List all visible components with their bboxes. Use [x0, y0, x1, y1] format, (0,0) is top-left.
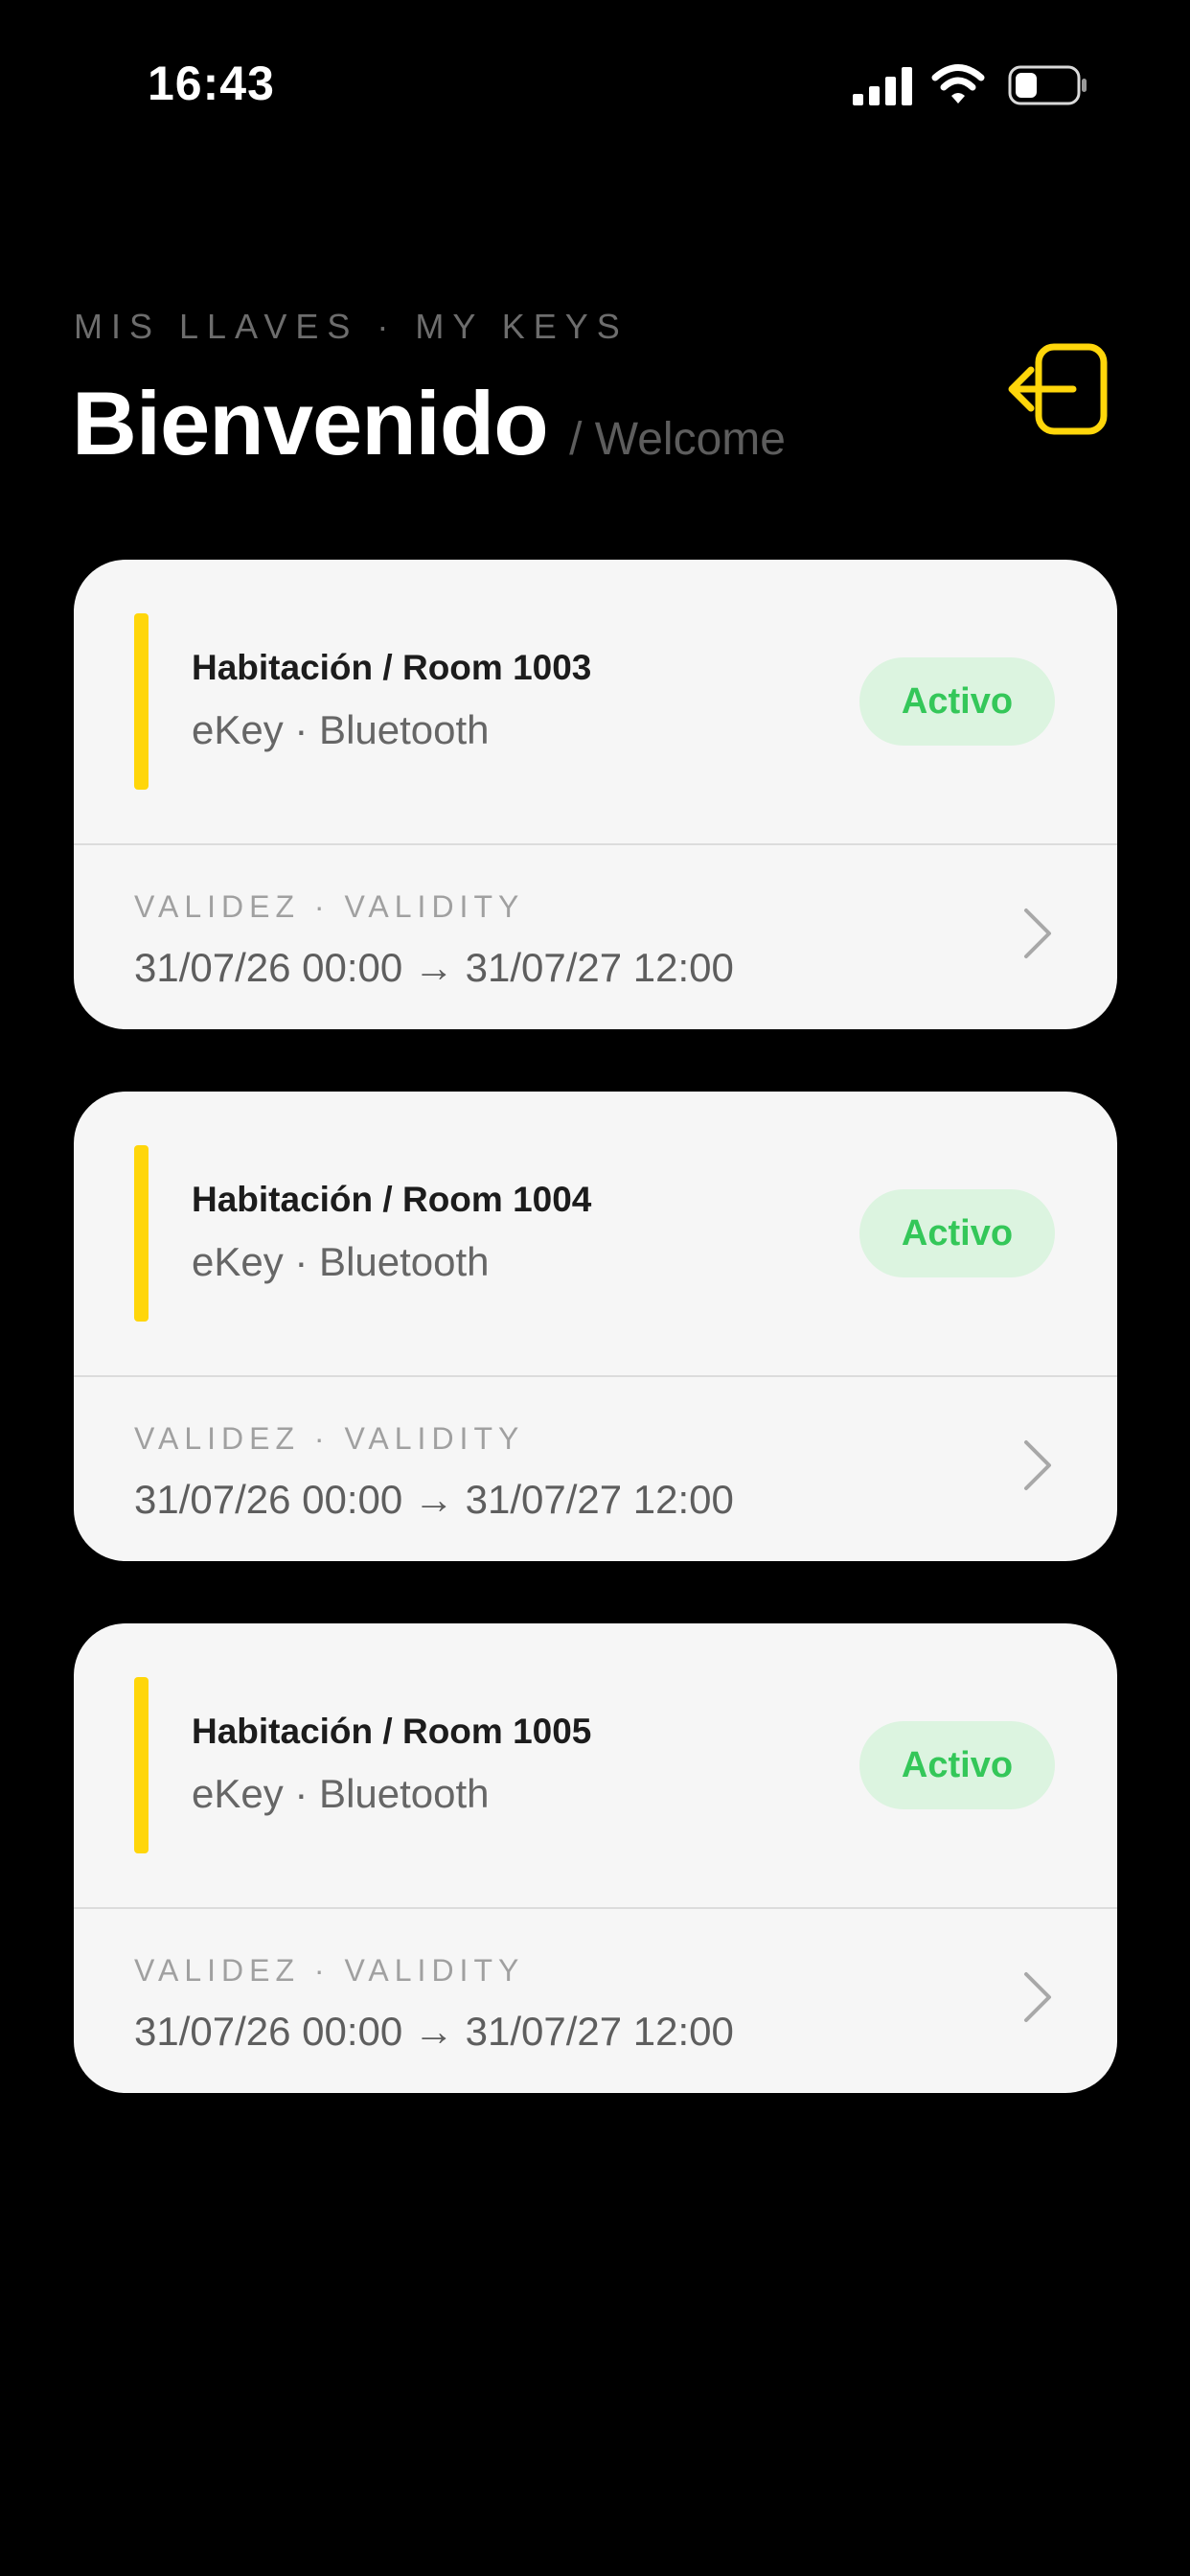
wifi-icon: [931, 64, 985, 104]
status-badge: Activo: [859, 1721, 1055, 1809]
title-row: Bienvenido / Welcome: [72, 372, 786, 475]
section-overline: MIS LLAVES · MY KEYS: [74, 307, 629, 346]
key-type: eKey · Bluetooth: [192, 1771, 490, 1816]
room-name: Habitación / Room 1005: [192, 1712, 592, 1751]
room-name: Habitación / Room 1003: [192, 648, 592, 687]
status-badge: Activo: [859, 657, 1055, 746]
card-divider: [74, 1375, 1117, 1377]
room-name: Habitación / Room 1004: [192, 1180, 592, 1219]
validity-label: VALIDEZ · VALIDITY: [134, 1953, 525, 1988]
status-bar: 16:43: [0, 0, 1190, 144]
key-card-header: Habitación / Room 1005 eKey · Bluetooth …: [74, 1623, 1117, 1907]
validity-label: VALIDEZ · VALIDITY: [134, 889, 525, 924]
page-subtitle: / Welcome: [569, 414, 786, 465]
accent-bar: [134, 1145, 149, 1322]
chevron-right-icon: [1024, 1440, 1051, 1490]
validity-range: 31/07/26 00:00 → 31/07/27 12:00: [134, 945, 734, 990]
logout-button[interactable]: [1006, 341, 1111, 437]
validity-range: 31/07/26 00:00 → 31/07/27 12:00: [134, 1477, 734, 1522]
logout-icon: [1008, 343, 1108, 435]
card-divider: [74, 843, 1117, 845]
key-card[interactable]: Habitación / Room 1004 eKey · Bluetooth …: [74, 1092, 1117, 1561]
chevron-right-icon: [1024, 908, 1051, 958]
validity-label: VALIDEZ · VALIDITY: [134, 1421, 525, 1456]
signal-icon: [853, 67, 912, 105]
key-type: eKey · Bluetooth: [192, 1239, 490, 1284]
key-card-header: Habitación / Room 1004 eKey · Bluetooth …: [74, 1092, 1117, 1375]
key-card-header: Habitación / Room 1003 eKey · Bluetooth …: [74, 560, 1117, 843]
accent-bar: [134, 613, 149, 790]
validity-range: 31/07/26 00:00 → 31/07/27 12:00: [134, 2009, 734, 2054]
status-badge: Activo: [859, 1189, 1055, 1277]
accent-bar: [134, 1677, 149, 1853]
status-time: 16:43: [148, 57, 275, 110]
key-card[interactable]: Habitación / Room 1003 eKey · Bluetooth …: [74, 560, 1117, 1029]
battery-icon: [1008, 65, 1087, 105]
chevron-right-icon: [1024, 1972, 1051, 2022]
page-title: Bienvenido: [72, 373, 549, 473]
key-type: eKey · Bluetooth: [192, 707, 490, 752]
key-card[interactable]: Habitación / Room 1005 eKey · Bluetooth …: [74, 1623, 1117, 2093]
card-divider: [74, 1907, 1117, 1909]
